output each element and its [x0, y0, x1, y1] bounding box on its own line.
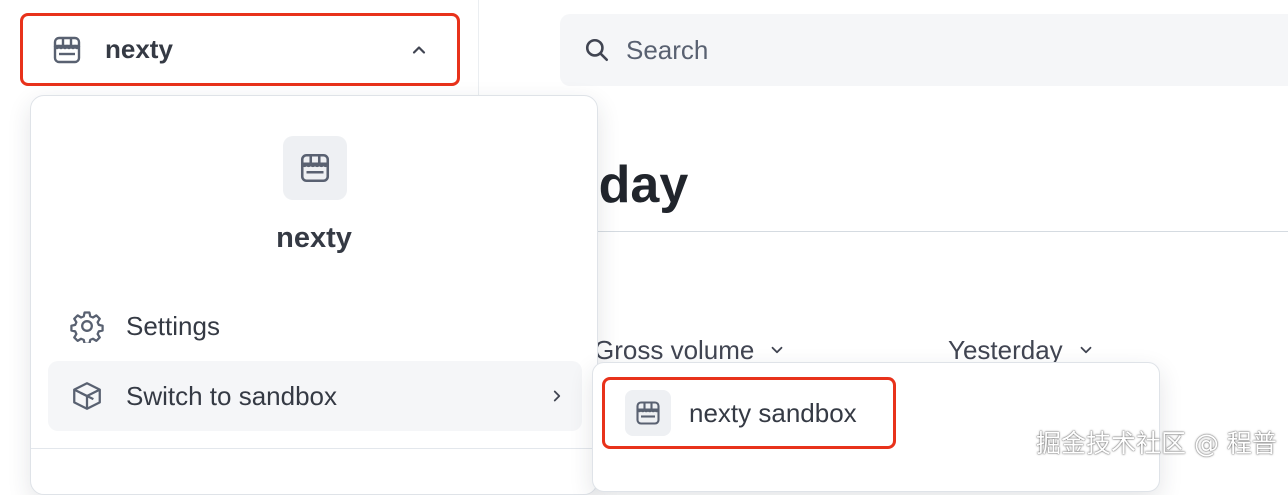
store-icon: [53, 36, 81, 63]
sidebar-divider: [478, 0, 479, 100]
sandbox-cube-icon: [73, 382, 101, 410]
sandbox-avatar: [625, 390, 671, 436]
metric-selector-label: Gross volume: [598, 334, 755, 365]
chevron-right-icon: [553, 390, 561, 402]
account-menu: nexty Settings Switch to sandbox: [30, 95, 598, 495]
search-placeholder: Search: [626, 34, 709, 65]
search-input[interactable]: Search: [560, 14, 1288, 86]
menu-item-label: Settings: [126, 310, 220, 341]
menu-item-settings[interactable]: Settings: [48, 291, 582, 361]
submenu-item-nexty-sandbox[interactable]: nexty sandbox: [602, 377, 896, 449]
submenu-item-label: nexty sandbox: [689, 397, 857, 428]
menu-divider: [31, 448, 597, 449]
menu-item-switch-to-sandbox[interactable]: Switch to sandbox: [48, 361, 582, 431]
chevron-down-icon: [771, 346, 783, 354]
menu-item-label: Switch to sandbox: [126, 380, 338, 411]
date-range-label: Yesterday: [948, 334, 1063, 365]
store-icon: [636, 401, 660, 425]
menu-account-name: nexty: [276, 222, 352, 254]
chevron-up-icon: [412, 45, 426, 54]
account-avatar: [283, 136, 347, 200]
account-name: nexty: [105, 34, 173, 64]
store-icon: [300, 153, 330, 183]
watermark: 掘金技术社区 @ 程普: [1036, 429, 1277, 458]
account-switcher-button[interactable]: nexty: [20, 13, 460, 86]
search-icon: [585, 38, 609, 62]
title-divider: [598, 231, 1288, 232]
gear-icon: [70, 311, 104, 343]
chevron-down-icon: [1080, 346, 1092, 354]
